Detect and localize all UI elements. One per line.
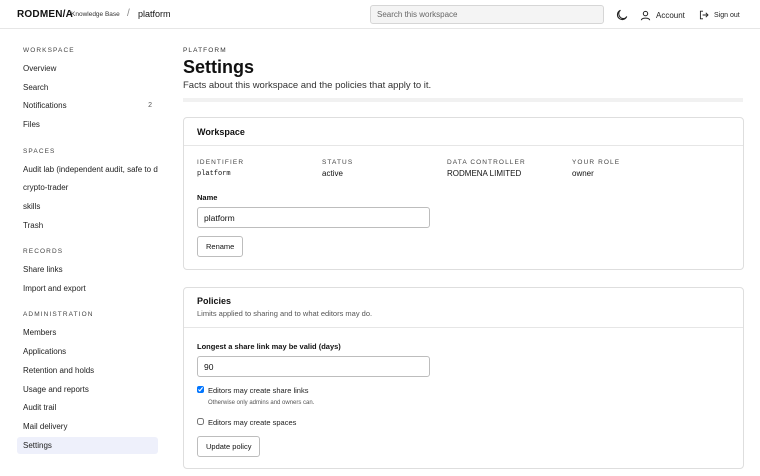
sidebar-item-members[interactable]: Members [17,324,158,341]
sidebar-item-search[interactable]: Search [17,79,158,96]
page-kicker: PLATFORM [183,47,227,54]
editors-share-links-help: Otherwise only admins and owners can. [208,400,315,406]
user-icon [640,10,651,20]
fact-value-identifier: platform [197,170,231,178]
policies-card-header: Policies Limits applied to sharing and t… [184,288,743,328]
sidebar-item-skills[interactable]: skills [17,198,158,215]
share-days-input[interactable] [197,356,430,377]
sidebar-heading-records: RECORDS [23,248,64,255]
sidebar-item-usage-reports[interactable]: Usage and reports [17,381,158,398]
sidebar-item-label: Notifications [23,101,67,110]
page-subtitle: Facts about this workspace and the polic… [183,80,432,91]
sidebar-item-notifications[interactable]: Notifications 2 [17,97,158,114]
sidebar-item-audit-lab[interactable]: Audit lab (independent audit, safe to de [17,161,158,178]
sidebar-item-files[interactable]: Files [17,116,158,133]
sidebar-heading-administration: ADMINISTRATION [23,311,94,318]
policies-card-title: Policies [197,296,232,306]
fact-value-your-role: owner [572,169,594,178]
rename-button[interactable]: Rename [197,236,244,257]
sidebar-item-share-links[interactable]: Share links [17,261,158,278]
workspace-card: Workspace IDENTIFIER platform STATUS act… [183,117,744,270]
sidebar-item-applications[interactable]: Applications [17,343,158,360]
sidebar-item-import-export[interactable]: Import and export [17,280,158,297]
sign-out-label: Sign out [714,11,740,19]
theme-toggle-button[interactable] [615,8,629,22]
sidebar-item-settings[interactable]: Settings [17,437,158,454]
name-input[interactable] [197,207,430,228]
fact-value-status: active [322,169,343,178]
top-bar: RODMEN/A Knowledge Base / platform Accou… [0,0,760,29]
sign-out-button[interactable]: Sign out [699,8,740,22]
fact-label-your-role: YOUR ROLE [572,159,621,166]
editors-spaces-checkbox[interactable] [197,418,204,425]
sidebar-item-retention-holds[interactable]: Retention and holds [17,362,158,379]
fact-label-identifier: IDENTIFIER [197,159,245,166]
brand-subtitle: Knowledge Base [71,11,120,18]
sidebar-item-mail-delivery[interactable]: Mail delivery [17,418,158,435]
fact-label-status: STATUS [322,159,354,166]
header-divider [183,98,743,102]
policies-card: Policies Limits applied to sharing and t… [183,287,744,469]
breadcrumb-separator: / [127,8,130,19]
breadcrumb-workspace[interactable]: platform [138,9,171,19]
sidebar-item-overview[interactable]: Overview [17,60,158,77]
sidebar-item-audit-trail[interactable]: Audit trail [17,399,158,416]
name-field-label: Name [197,193,218,202]
account-button[interactable]: Account [640,8,685,22]
sidebar-heading-workspace: WORKSPACE [23,47,75,54]
editors-share-links-label[interactable]: Editors may create share links [208,386,308,395]
fact-value-data-controller: RODMENA LIMITED [447,169,522,178]
notifications-count-badge: 2 [148,102,152,109]
page-title: Settings [183,57,255,77]
workspace-card-header: Workspace [184,118,743,146]
editors-share-links-checkbox[interactable] [197,386,204,393]
moon-icon [616,9,628,21]
search-input[interactable] [370,5,604,24]
sidebar-item-crypto-trader[interactable]: crypto-trader [17,179,158,196]
fact-label-data-controller: DATA CONTROLLER [447,159,526,166]
sign-out-icon [699,10,709,20]
sidebar-item-trash[interactable]: Trash [17,217,158,234]
editors-spaces-label[interactable]: Editors may create spaces [208,418,296,427]
account-label: Account [656,10,685,20]
policies-card-description: Limits applied to sharing and to what ed… [197,309,373,318]
sidebar-heading-spaces: SPACES [23,148,56,155]
brand-logo[interactable]: RODMEN/A [17,9,73,20]
workspace-card-title: Workspace [197,127,245,137]
update-policy-button[interactable]: Update policy [197,436,261,457]
sidebar: WORKSPACE Overview Search Notifications … [0,30,170,476]
share-days-label: Longest a share link may be valid (days) [197,342,341,351]
